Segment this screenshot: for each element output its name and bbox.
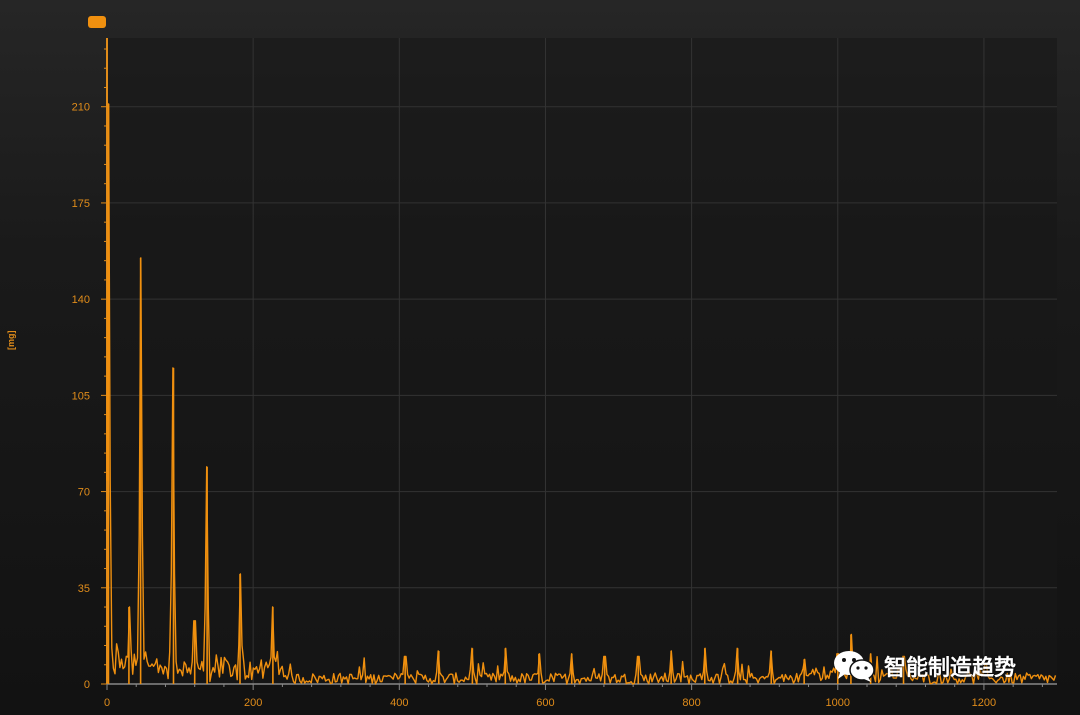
y-tick-label: 0	[84, 679, 90, 691]
x-tick-label: 200	[244, 697, 262, 709]
y-tick-label: 140	[72, 294, 90, 306]
x-tick-label: 400	[390, 697, 408, 709]
watermark-text: 智能制造趋势	[884, 656, 1017, 681]
x-tick-label: 600	[536, 697, 554, 709]
x-tick-label: 800	[682, 697, 700, 709]
y-tick-label: 210	[72, 102, 90, 114]
y-tick-label: 35	[78, 583, 90, 595]
wechat-logo-icon	[834, 651, 875, 682]
plot-area-background	[107, 38, 1057, 684]
spectrum-chart[interactable]: 0 35 70 105 140 175 210 0 200 400 600 800 1000 1200	[0, 0, 1080, 715]
y-tick-label: 105	[72, 390, 90, 402]
x-tick-label: 0	[104, 697, 110, 709]
plot-area	[107, 38, 1057, 684]
watermark: 智能制造趋势	[832, 646, 1016, 686]
x-tick-label: 1200	[972, 697, 996, 709]
x-tick-label: 1000	[826, 697, 850, 709]
y-tick-label: 175	[72, 198, 90, 210]
y-tick-label: 70	[78, 487, 90, 499]
